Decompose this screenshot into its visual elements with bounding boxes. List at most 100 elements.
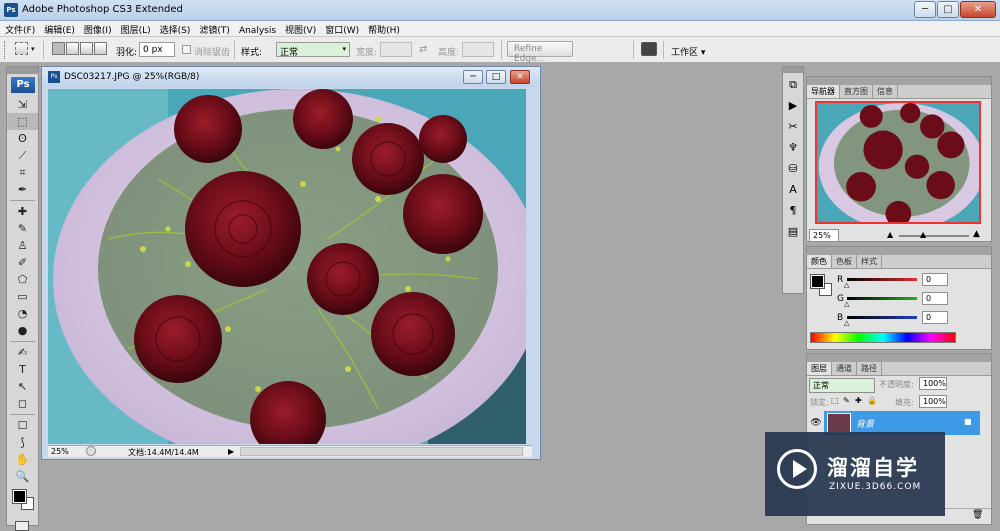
slice-tool-icon[interactable]: ✒ xyxy=(7,181,38,198)
intersect-selection-icon[interactable] xyxy=(94,42,107,55)
lock-transparency-icon[interactable]: ⬚ xyxy=(831,396,839,405)
new-selection-icon[interactable] xyxy=(52,42,65,55)
status-arrow-icon[interactable]: ▶ xyxy=(228,447,234,456)
channel-r-value[interactable]: 0 xyxy=(922,273,948,286)
eyedropper-tool-icon[interactable]: ⟆ xyxy=(7,434,38,451)
blur-tool-icon[interactable]: ◔ xyxy=(7,305,38,322)
paragraph-icon[interactable]: ¶ xyxy=(783,202,803,220)
history-brush-icon[interactable]: ✐ xyxy=(7,254,38,271)
horizontal-scrollbar[interactable] xyxy=(240,447,523,456)
navigator-zoom-slider[interactable] xyxy=(899,235,969,237)
navigator-zoom-field[interactable]: 25% xyxy=(809,229,839,242)
zoom-in-icon[interactable]: ▲ xyxy=(973,229,980,239)
options-grip[interactable] xyxy=(4,41,7,59)
foreground-color-swatch[interactable] xyxy=(12,489,27,504)
tab-paths[interactable]: 路径 xyxy=(857,362,882,375)
document-title-bar[interactable]: Ps DSC03217.JPG @ 25%(RGB/8) ─ □ ✕ xyxy=(42,67,540,87)
tab-navigator[interactable]: 导航器 xyxy=(807,85,840,98)
slider-thumb-icon[interactable]: △ xyxy=(844,300,849,308)
brush-tool-icon[interactable]: ✎ xyxy=(7,220,38,237)
menu-file[interactable]: 文件(F) xyxy=(0,21,39,36)
lock-pixels-icon[interactable]: ✎ xyxy=(843,396,850,405)
feather-input[interactable]: 0 px xyxy=(139,42,175,57)
status-menu-icon[interactable] xyxy=(86,446,96,456)
menu-layer[interactable]: 图层(L) xyxy=(116,21,155,36)
magic-wand-tool-icon[interactable]: ⟋ xyxy=(7,147,38,164)
notes-tool-icon[interactable]: ☐ xyxy=(7,417,38,434)
close-button[interactable]: ✕ xyxy=(960,1,996,18)
lasso-tool-icon[interactable]: ʘ xyxy=(7,130,38,147)
slider-thumb-icon[interactable]: △ xyxy=(844,281,849,289)
channel-g-slider[interactable] xyxy=(847,297,917,300)
menu-edit[interactable]: 编辑(E) xyxy=(39,21,79,36)
path-selection-icon[interactable]: ↖ xyxy=(7,378,38,395)
channel-g-value[interactable]: 0 xyxy=(922,292,948,305)
marquee-preset-icon[interactable] xyxy=(15,42,28,55)
pen-tool-icon[interactable]: ✍ xyxy=(7,344,38,361)
style-select[interactable]: 正常 ▾ xyxy=(276,42,350,58)
workspace-menu[interactable]: 工作区 ▾ xyxy=(671,45,705,58)
type-tool-icon[interactable]: T xyxy=(7,361,38,378)
panel-header[interactable] xyxy=(807,77,991,85)
menu-filter[interactable]: 滤镜(T) xyxy=(194,21,234,36)
color-fg-swatch[interactable] xyxy=(810,274,825,289)
color-ramp[interactable] xyxy=(810,332,956,343)
delete-layer-icon[interactable]: 🗑 xyxy=(972,510,983,520)
menu-select[interactable]: 选择(S) xyxy=(155,21,195,36)
gradient-tool-icon[interactable]: ▭ xyxy=(7,288,38,305)
zoom-out-icon[interactable]: ▲ xyxy=(887,230,893,239)
subtract-selection-icon[interactable] xyxy=(80,42,93,55)
move-tool-icon[interactable]: ⇲ xyxy=(7,96,38,113)
menu-view[interactable]: 视图(V) xyxy=(280,21,320,36)
menu-analysis[interactable]: Analysis xyxy=(234,24,280,36)
tab-color[interactable]: 颜色 xyxy=(807,255,832,268)
blend-mode-select[interactable]: 正常 xyxy=(809,378,875,393)
eye-icon[interactable]: 👁 xyxy=(809,412,823,434)
healing-brush-icon[interactable]: ✚ xyxy=(7,203,38,220)
navigator-preview[interactable] xyxy=(815,101,981,224)
maximize-button[interactable]: □ xyxy=(937,1,959,18)
slider-thumb-icon[interactable]: △ xyxy=(844,319,849,327)
layer-comps-icon[interactable]: ▤ xyxy=(783,223,803,241)
minimize-button[interactable]: ─ xyxy=(914,1,936,18)
channel-r-slider[interactable] xyxy=(847,278,917,281)
eraser-tool-icon[interactable]: ⬠ xyxy=(7,271,38,288)
tab-swatches[interactable]: 色板 xyxy=(832,255,857,268)
height-input[interactable] xyxy=(462,42,494,57)
marquee-tool-icon[interactable]: ⬚ xyxy=(7,113,38,130)
tab-histogram[interactable]: 直方图 xyxy=(840,85,873,98)
hand-tool-icon[interactable]: ✋ xyxy=(7,451,38,468)
menu-help[interactable]: 帮助(H) xyxy=(363,21,404,36)
tab-channels[interactable]: 通道 xyxy=(832,362,857,375)
swap-icon[interactable]: ⇄ xyxy=(419,44,427,55)
image-canvas[interactable] xyxy=(48,89,526,444)
history-icon[interactable]: ⧉ xyxy=(783,76,803,94)
menu-image[interactable]: 图像(I) xyxy=(79,21,116,36)
channel-b-value[interactable]: 0 xyxy=(922,311,948,324)
zoom-field[interactable]: 25% xyxy=(51,447,69,456)
zoom-slider-thumb-icon[interactable]: ▲ xyxy=(920,230,926,239)
doc-minimize-button[interactable]: ─ xyxy=(463,70,483,84)
quick-mask-icon[interactable] xyxy=(15,521,29,531)
lock-all-icon[interactable]: 🔒 xyxy=(867,396,877,405)
refine-edge-button[interactable]: Refine Edge... xyxy=(507,41,573,64)
tools-panel-header[interactable] xyxy=(7,67,38,74)
width-input[interactable] xyxy=(380,42,412,57)
lock-position-icon[interactable]: ✚ xyxy=(855,396,862,405)
chevron-down-icon[interactable]: ▾ xyxy=(31,45,35,53)
fill-value[interactable]: 100% xyxy=(919,395,947,408)
menu-window[interactable]: 窗口(W) xyxy=(320,21,363,36)
doc-close-button[interactable]: ✕ xyxy=(510,70,530,84)
dock-header[interactable] xyxy=(783,67,803,73)
tab-info[interactable]: 信息 xyxy=(873,85,898,98)
panel-header[interactable] xyxy=(807,354,991,362)
opacity-value[interactable]: 100% xyxy=(919,377,947,390)
tab-styles[interactable]: 样式 xyxy=(857,255,882,268)
crop-tool-icon[interactable]: ⌗ xyxy=(7,164,38,181)
brushes-icon[interactable]: ♆ xyxy=(783,139,803,157)
panel-header[interactable] xyxy=(807,247,991,255)
clone-source-icon[interactable]: ⛁ xyxy=(783,160,803,178)
actions-icon[interactable]: ▶ xyxy=(783,97,803,115)
tool-presets-icon[interactable]: ✂ xyxy=(783,118,803,136)
doc-maximize-button[interactable]: □ xyxy=(486,70,506,84)
